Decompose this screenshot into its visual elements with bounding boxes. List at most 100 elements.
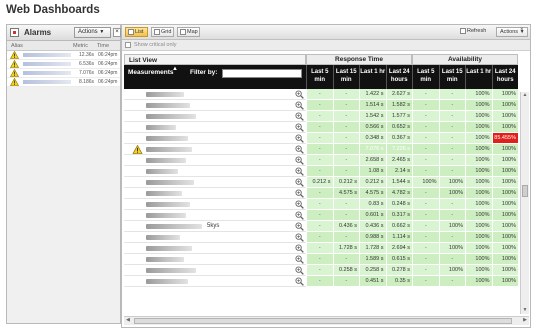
metric-cell: -: [412, 100, 439, 111]
zoom-icon[interactable]: [295, 90, 304, 99]
horizontal-scrollbar[interactable]: ◀ ▶: [124, 316, 529, 325]
metric-cell: -: [332, 100, 359, 111]
zoom-icon[interactable]: [295, 123, 304, 132]
zoom-icon[interactable]: [295, 156, 304, 165]
zoom-icon[interactable]: [295, 277, 304, 286]
alarms-actions-button[interactable]: Actions ▼: [74, 27, 111, 38]
metric-cell: 100%: [491, 221, 518, 232]
zoom-icon[interactable]: [295, 167, 304, 176]
zoom-icon[interactable]: [295, 178, 304, 187]
measurement-name: [146, 125, 176, 130]
alarm-alias: [23, 71, 71, 75]
zoom-icon[interactable]: [295, 101, 304, 110]
metric-cell: 100%: [438, 221, 465, 232]
table-row[interactable]: - -1.422 s 2.627 s - -100% 100%: [124, 89, 518, 100]
filter-input[interactable]: [222, 69, 302, 78]
table-row[interactable]: - -0.988 s 1.114 s - -100% 100%: [124, 232, 518, 243]
metric-cell: 2.658 s: [359, 155, 386, 166]
table-row[interactable]: - -1.589 s 0.615 s - -100% 100%: [124, 254, 518, 265]
table-row[interactable]: -4.575 s 4.575 s 4.782 s -100% 100% 100%: [124, 188, 518, 199]
table-row[interactable]: - -0.601 s 0.317 s - -100% 100%: [124, 210, 518, 221]
measurement-name-cell: [124, 210, 306, 221]
metric-cell: 100%: [465, 155, 492, 166]
refresh-button[interactable]: Refresh: [458, 27, 494, 37]
scroll-right-icon[interactable]: ▶: [523, 317, 527, 323]
column-header[interactable]: Last 24 hours: [385, 65, 413, 89]
table-row[interactable]: - -0.451 s 0.35 s - -100% 100%: [124, 276, 518, 287]
page-title: Web Dashboards: [6, 4, 100, 16]
zoom-icon[interactable]: [295, 233, 304, 242]
alarm-row[interactable]: 7.076s 06:24pm: [7, 68, 120, 78]
column-header[interactable]: Last 1 hr: [359, 65, 386, 89]
column-header[interactable]: Last 5 min: [306, 65, 333, 89]
sort-arrow-icon[interactable]: ▲: [172, 66, 178, 72]
map-view-label: Map: [187, 29, 198, 35]
measurement-name: [146, 224, 202, 229]
metric-cell: 100%: [465, 177, 492, 188]
column-header[interactable]: Last 15 min: [438, 65, 466, 89]
table-row[interactable]: - -0.348 s 0.367 s - -100% 85.455%: [124, 133, 518, 144]
column-header[interactable]: Last 24 hours: [491, 65, 519, 89]
zoom-icon[interactable]: [295, 189, 304, 198]
metric-cell: 100%: [465, 111, 492, 122]
time-column-header[interactable]: Time: [97, 43, 109, 49]
alarm-row[interactable]: 6.536s 06:24pm: [7, 59, 120, 69]
zoom-icon[interactable]: [295, 112, 304, 121]
alias-column-header[interactable]: Alias: [11, 43, 23, 49]
view-toolbar: List Grid Map Refresh Actions ▼ ×: [122, 25, 530, 40]
table-row[interactable]: -0.258 s 0.258 s 0.278 s -100% 100% 100%: [124, 265, 518, 276]
measurements-column-header[interactable]: Measurements: [128, 69, 174, 76]
table-row[interactable]: - -1.08 s 2.14 s - -100% 100%: [124, 166, 518, 177]
map-view-button[interactable]: Map: [177, 27, 200, 37]
measurement-name: [146, 246, 192, 251]
metric-column-header[interactable]: Metric: [73, 43, 88, 49]
zoom-icon[interactable]: [295, 266, 304, 275]
zoom-icon[interactable]: [295, 200, 304, 209]
metric-cell: 100%: [491, 155, 518, 166]
alarm-metric: 7.076s: [79, 70, 95, 76]
close-icon[interactable]: ×: [113, 28, 121, 37]
metric-cell: 1.544 s: [385, 177, 412, 188]
column-header[interactable]: Last 15 min: [332, 65, 360, 89]
column-header[interactable]: Last 1 hr: [465, 65, 492, 89]
metric-cell: 100%: [491, 210, 518, 221]
alarm-row[interactable]: 12.36s 06:24pm: [7, 50, 120, 60]
metric-cell: -: [412, 199, 439, 210]
column-header[interactable]: Last 5 min: [412, 65, 439, 89]
alarm-alias: [23, 62, 71, 66]
zoom-icon[interactable]: [295, 211, 304, 220]
zoom-icon[interactable]: [295, 244, 304, 253]
table-row[interactable]: - -2.658 s 2.465 s - -100% 100%: [124, 155, 518, 166]
metric-cell: -: [306, 155, 333, 166]
scroll-down-icon[interactable]: ▼: [521, 307, 529, 314]
table-row[interactable]: 5kys -0.436 s 0.436 s 0.662 s -100% 100% 100%: [124, 221, 518, 232]
metric-cell: -: [306, 221, 333, 232]
show-critical-checkbox[interactable]: [125, 42, 131, 48]
table-row[interactable]: - -1.542 s 1.577 s - -100% 100%: [124, 111, 518, 122]
scroll-thumb[interactable]: [522, 185, 528, 197]
close-icon[interactable]: ×: [520, 27, 528, 37]
metric-cell: 0.662 s: [385, 221, 412, 232]
table-row[interactable]: - -7.076 s 7.226 s - -100% 100%: [124, 144, 518, 155]
table-row[interactable]: - -0.83 s 0.248 s - -100% 100%: [124, 199, 518, 210]
zoom-icon[interactable]: [295, 134, 304, 143]
refresh-label: Refresh: [467, 28, 487, 34]
metric-cell: 100%: [438, 188, 465, 199]
scroll-left-icon[interactable]: ◀: [126, 317, 130, 323]
scroll-thumb[interactable]: [134, 318, 512, 324]
zoom-icon[interactable]: [295, 222, 304, 231]
metric-cell: 7.076 s: [359, 144, 386, 155]
zoom-icon[interactable]: [295, 145, 304, 154]
grid-view-button[interactable]: Grid: [151, 27, 174, 37]
vertical-scrollbar[interactable]: ▲ ▼: [520, 92, 529, 314]
table-row[interactable]: 0.212 s 0.212 s 0.212 s 1.544 s 100% 100% 100%…: [124, 177, 518, 188]
show-critical-label: Show critical only: [134, 42, 177, 48]
metric-cell: 0.652 s: [385, 122, 412, 133]
scroll-up-icon[interactable]: ▲: [521, 92, 529, 99]
table-row[interactable]: - -1.514 s 1.582 s - -100% 100%: [124, 100, 518, 111]
table-row[interactable]: -1.728 s 1.728 s 2.694 s -100% 100% 100%: [124, 243, 518, 254]
zoom-icon[interactable]: [295, 255, 304, 264]
table-row[interactable]: - -0.566 s 0.652 s - -100% 100%: [124, 122, 518, 133]
list-view-button[interactable]: List: [125, 27, 148, 37]
alarm-row[interactable]: 8.186s 06:24pm: [7, 77, 120, 87]
